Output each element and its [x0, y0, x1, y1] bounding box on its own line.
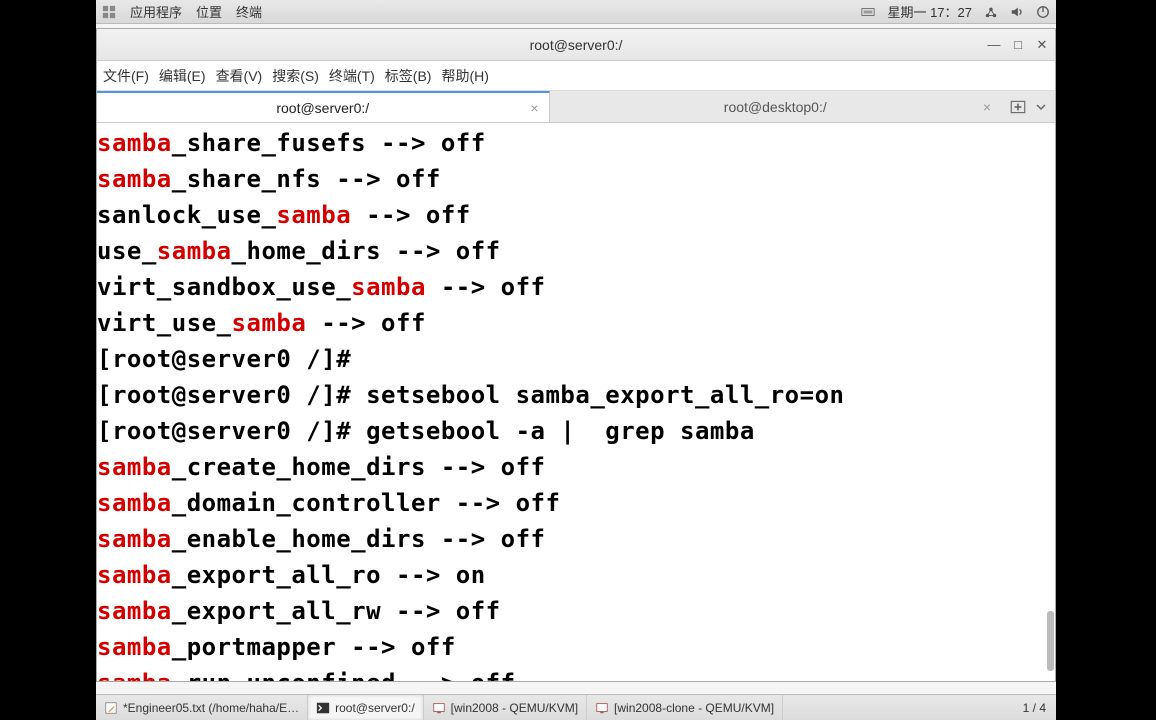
output-line: samba_export_all_ro --> on — [97, 557, 1055, 593]
output-line: samba_portmapper --> off — [97, 629, 1055, 665]
desktop-topbar: 应用程序 位置 终端 星期一 17：27 — [96, 0, 1056, 24]
maximize-button[interactable]: □ — [1011, 37, 1025, 53]
taskbar-label: *Engineer05.txt (/home/haha/E… — [123, 701, 299, 715]
vm-icon — [595, 701, 609, 715]
power-icon[interactable] — [1036, 5, 1050, 19]
scrollbar[interactable] — [1045, 243, 1055, 681]
taskbar-label: root@server0:/ — [335, 701, 415, 715]
terminal-icon — [316, 701, 330, 715]
menu-terminal[interactable]: 终端(T) — [329, 66, 375, 86]
taskbar-label: [win2008 - QEMU/KVM] — [451, 701, 578, 715]
menu-file[interactable]: 文件(F) — [103, 66, 149, 86]
tab-desktop0[interactable]: root@desktop0:/ × — [550, 91, 1002, 122]
menu-tabs[interactable]: 标签(B) — [385, 66, 432, 86]
volume-icon[interactable] — [1010, 5, 1024, 19]
network-icon[interactable] — [984, 5, 998, 19]
output-line: sanlock_use_samba --> off — [97, 197, 1055, 233]
menubar: 文件(F) 编辑(E) 查看(V) 搜索(S) 终端(T) 标签(B) 帮助(H… — [97, 61, 1055, 91]
dropdown-icon[interactable] — [1035, 101, 1047, 113]
menu-edit[interactable]: 编辑(E) — [159, 66, 206, 86]
editor-icon — [104, 701, 118, 715]
output-line: virt_sandbox_use_samba --> off — [97, 269, 1055, 305]
output-line: samba_domain_controller --> off — [97, 485, 1055, 521]
output-line: samba_create_home_dirs --> off — [97, 449, 1055, 485]
terminal-window: root@server0:/ — □ ✕ 文件(F) 编辑(E) 查看(V) 搜… — [96, 28, 1056, 682]
menu-help[interactable]: 帮助(H) — [441, 66, 488, 86]
output-line: virt_use_samba --> off — [97, 305, 1055, 341]
output-line: samba_export_all_rw --> off — [97, 593, 1055, 629]
taskbar-item-vm2[interactable]: [win2008-clone - QEMU/KVM] — [587, 695, 783, 720]
vm-icon — [432, 701, 446, 715]
prompt-line: [root@server0 /]# setsebool samba_export… — [97, 377, 1055, 413]
tab-label: root@server0:/ — [276, 100, 369, 116]
output-line: samba_run_unconfined --> off — [97, 665, 1055, 681]
datetime[interactable]: 星期一 17：27 — [887, 2, 972, 21]
tab-server0[interactable]: root@server0:/ × — [97, 91, 550, 122]
workspace-pager[interactable]: 1 / 4 — [1023, 701, 1046, 715]
window-title: root@server0:/ — [530, 37, 623, 53]
taskbar-item-editor[interactable]: *Engineer05.txt (/home/haha/E… — [96, 695, 308, 720]
taskbar-label: [win2008-clone - QEMU/KVM] — [614, 701, 774, 715]
prompt-line: [root@server0 /]# getsebool -a | grep sa… — [97, 413, 1055, 449]
menu-search[interactable]: 搜索(S) — [272, 66, 319, 86]
keyboard-icon[interactable] — [861, 5, 875, 19]
new-tab-icon[interactable] — [1009, 98, 1027, 116]
tab-close-icon[interactable]: × — [983, 99, 991, 115]
prompt-line: [root@server0 /]# — [97, 341, 1055, 377]
output-line: samba_enable_home_dirs --> off — [97, 521, 1055, 557]
minimize-button[interactable]: — — [987, 37, 1001, 53]
taskbar-item-vm1[interactable]: [win2008 - QEMU/KVM] — [424, 695, 587, 720]
scroll-thumb[interactable] — [1047, 611, 1054, 671]
taskbar: *Engineer05.txt (/home/haha/E… root@serv… — [96, 694, 1056, 720]
output-line: samba_share_nfs --> off — [97, 161, 1055, 197]
terminal-menu[interactable]: 终端 — [236, 2, 262, 21]
close-button[interactable]: ✕ — [1035, 37, 1049, 53]
output-line: samba_share_fusefs --> off — [97, 125, 1055, 161]
tab-close-icon[interactable]: × — [530, 100, 538, 116]
titlebar: root@server0:/ — □ ✕ — [97, 29, 1055, 61]
apps-icon — [102, 5, 116, 19]
tabbar: root@server0:/ × root@desktop0:/ × — [97, 91, 1055, 123]
apps-menu[interactable]: 应用程序 — [130, 2, 182, 21]
terminal-output[interactable]: samba_share_fusefs --> off samba_share_n… — [97, 123, 1055, 681]
taskbar-item-terminal[interactable]: root@server0:/ — [308, 695, 424, 720]
output-line: use_samba_home_dirs --> off — [97, 233, 1055, 269]
places-menu[interactable]: 位置 — [196, 2, 222, 21]
menu-view[interactable]: 查看(V) — [216, 66, 263, 86]
tab-label: root@desktop0:/ — [724, 99, 827, 115]
